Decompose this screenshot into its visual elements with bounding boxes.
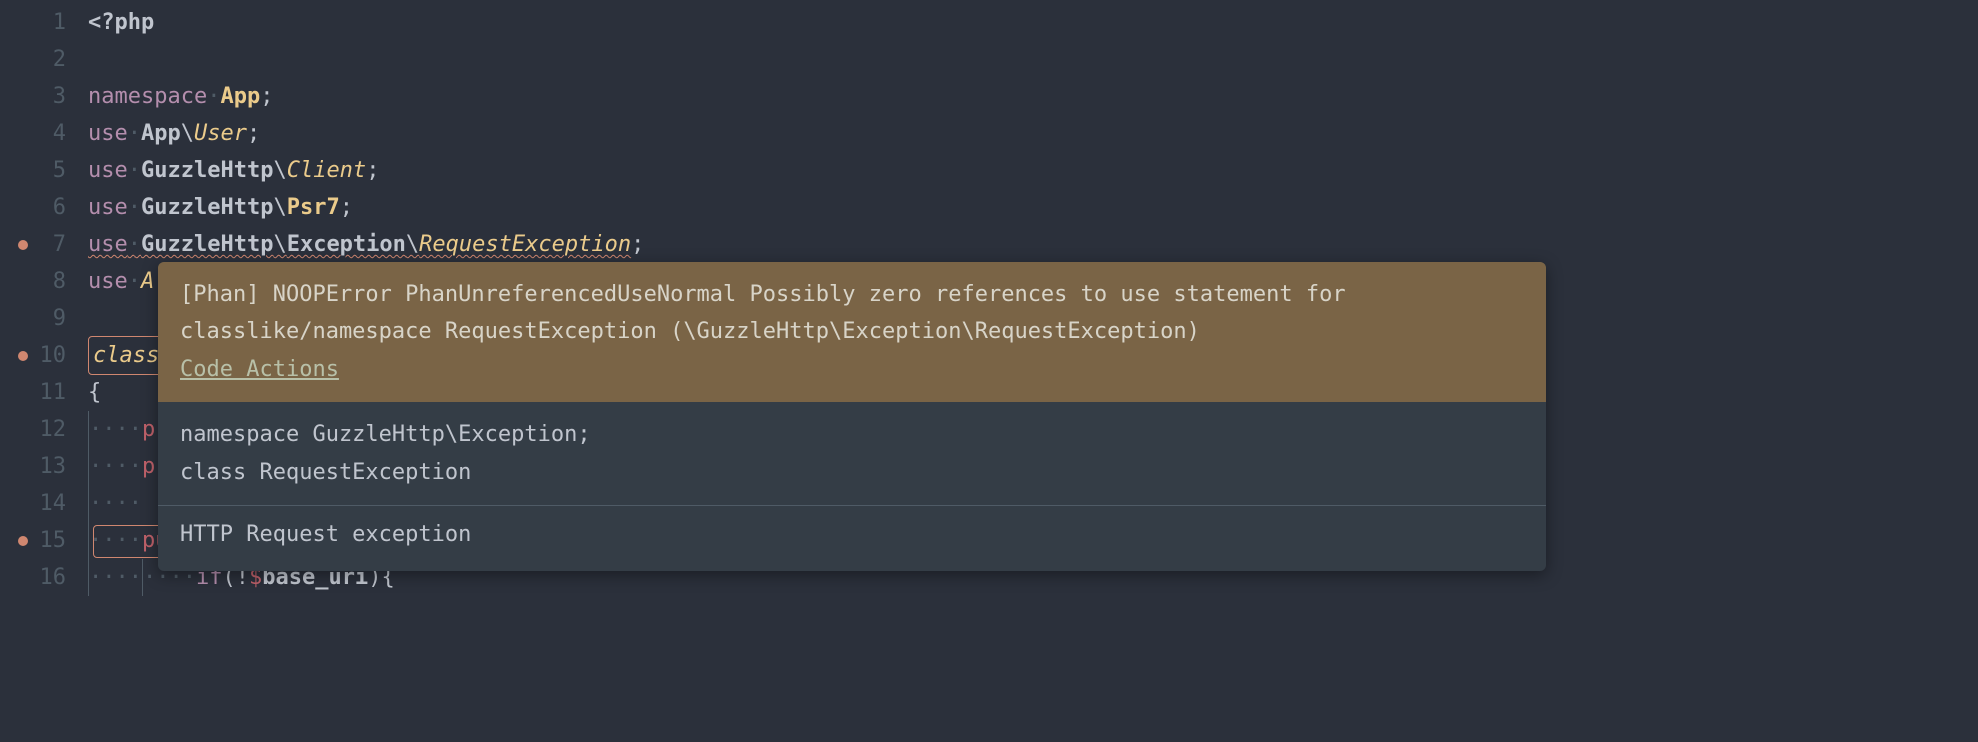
namespace-separator: \: [273, 226, 286, 263]
keyword-use: use: [88, 189, 128, 226]
gutter-row[interactable]: 2: [0, 41, 88, 78]
keyword-use: use: [88, 226, 128, 263]
keyword-use: use: [88, 115, 128, 152]
class-keyword-boxed: class: [88, 336, 164, 375]
namespace-separator: \: [273, 189, 286, 226]
namespace-part: GuzzleHttp: [141, 189, 273, 226]
gutter-row[interactable]: 14: [0, 485, 88, 522]
whitespace-dot: ·: [128, 152, 141, 189]
namespace-part: Exception: [287, 226, 406, 263]
keyword-use: use: [88, 263, 128, 300]
code-line[interactable]: use·GuzzleHttp\Client;: [88, 152, 1978, 189]
semicolon: ;: [340, 189, 353, 226]
code-line[interactable]: [88, 41, 1978, 78]
namespace-name: App: [220, 78, 260, 115]
gutter-row[interactable]: 11: [0, 374, 88, 411]
whitespace-dots: ····: [89, 448, 142, 485]
gutter-row[interactable]: 16: [0, 559, 88, 596]
namespace-part: App: [141, 115, 181, 152]
gutter-row[interactable]: 9: [0, 300, 88, 337]
namespace-separator: \: [406, 226, 419, 263]
line-number: 7: [53, 226, 66, 263]
gutter-row[interactable]: 8: [0, 263, 88, 300]
whitespace-dot: ·: [128, 263, 141, 300]
gutter-row[interactable]: 12: [0, 411, 88, 448]
code-actions-link[interactable]: Code Actions: [180, 357, 339, 382]
namespace-part: GuzzleHttp: [141, 152, 273, 189]
class-name: Psr7: [287, 189, 340, 226]
lint-marker-icon[interactable]: [18, 240, 28, 250]
gutter-row[interactable]: 15: [0, 522, 88, 559]
semicolon: ;: [247, 115, 260, 152]
lint-marker-icon[interactable]: [18, 536, 28, 546]
whitespace-dots: ····: [89, 411, 142, 448]
code-line[interactable]: <?php: [88, 4, 1978, 41]
whitespace-dots: ····: [89, 522, 142, 559]
code-line[interactable]: namespace·App;: [88, 78, 1978, 115]
code-line[interactable]: use·App\User;: [88, 115, 1978, 152]
gutter-row[interactable]: 13: [0, 448, 88, 485]
whitespace-dot: ·: [128, 189, 141, 226]
whitespace-dot: ·: [128, 115, 141, 152]
visibility-partial: p: [142, 411, 155, 448]
namespace-part: GuzzleHttp: [141, 226, 273, 263]
gutter-row[interactable]: 10: [0, 337, 88, 374]
tooltip-doc-text: HTTP Request exception: [180, 522, 471, 547]
line-number: 9: [53, 300, 66, 337]
line-number: 13: [40, 448, 67, 485]
line-number: 14: [40, 485, 67, 522]
line-number: 6: [53, 189, 66, 226]
namespace-separator: \: [273, 152, 286, 189]
keyword-namespace: namespace: [88, 78, 207, 115]
tooltip-signature-section: namespace GuzzleHttp\Exception; class Re…: [158, 402, 1546, 505]
line-number: 10: [40, 337, 67, 374]
whitespace-dots: ····: [89, 485, 142, 522]
line-number: 3: [53, 78, 66, 115]
tooltip-sig-line: namespace GuzzleHttp\Exception;: [180, 422, 591, 447]
class-name: Client: [287, 152, 366, 189]
gutter-row[interactable]: 4: [0, 115, 88, 152]
line-number: 12: [40, 411, 67, 448]
partial-text: A: [141, 263, 154, 300]
line-number: 15: [40, 522, 67, 559]
whitespace-dots: ····: [89, 559, 142, 596]
line-number: 16: [40, 559, 67, 596]
semicolon: ;: [366, 152, 379, 189]
line-number: 5: [53, 152, 66, 189]
gutter-row[interactable]: 5: [0, 152, 88, 189]
line-number: 1: [53, 4, 66, 41]
whitespace-dot: ·: [207, 78, 220, 115]
tooltip-sig-line: class RequestException: [180, 460, 471, 485]
code-line[interactable]: use·GuzzleHttp\Exception\RequestExceptio…: [88, 226, 1978, 263]
whitespace-dot: ·: [128, 226, 141, 263]
lint-marker-icon[interactable]: [18, 351, 28, 361]
line-number: 2: [53, 41, 66, 78]
class-name: User: [194, 115, 247, 152]
php-open-tag: <?php: [88, 4, 154, 41]
visibility-partial: p: [142, 448, 155, 485]
tooltip-warning-section: [Phan] NOOPError PhanUnreferencedUseNorm…: [158, 262, 1546, 402]
line-number: 4: [53, 115, 66, 152]
class-name: RequestException: [419, 226, 631, 263]
semicolon: ;: [631, 226, 644, 263]
semicolon: ;: [260, 78, 273, 115]
line-number: 8: [53, 263, 66, 300]
code-line[interactable]: use·GuzzleHttp\Psr7;: [88, 189, 1978, 226]
keyword-use: use: [88, 152, 128, 189]
gutter-row[interactable]: 6: [0, 189, 88, 226]
namespace-separator: \: [181, 115, 194, 152]
gutter-row[interactable]: 1: [0, 4, 88, 41]
gutter-row[interactable]: 3: [0, 78, 88, 115]
tooltip-doc-section: HTTP Request exception: [158, 505, 1546, 571]
gutter: 1 2 3 4 5 6 7 8 9 10 11 12 13 14 15 16: [0, 0, 88, 596]
hover-tooltip: [Phan] NOOPError PhanUnreferencedUseNorm…: [158, 262, 1546, 571]
tooltip-warning-text: [Phan] NOOPError PhanUnreferencedUseNorm…: [180, 282, 1346, 344]
gutter-row[interactable]: 7: [0, 226, 88, 263]
line-number: 11: [40, 374, 67, 411]
brace-open: {: [88, 374, 101, 411]
